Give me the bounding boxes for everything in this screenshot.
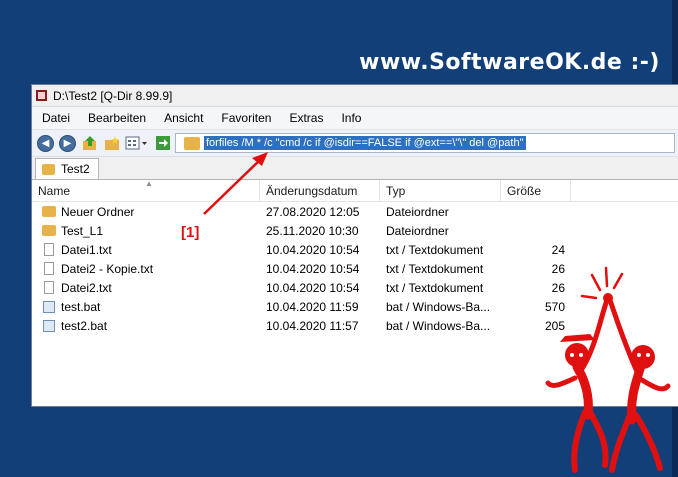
annotation-overlay — [203, 152, 671, 473]
annotation-arrow-icon — [203, 152, 268, 215]
dancing-figures-icon — [545, 266, 671, 473]
